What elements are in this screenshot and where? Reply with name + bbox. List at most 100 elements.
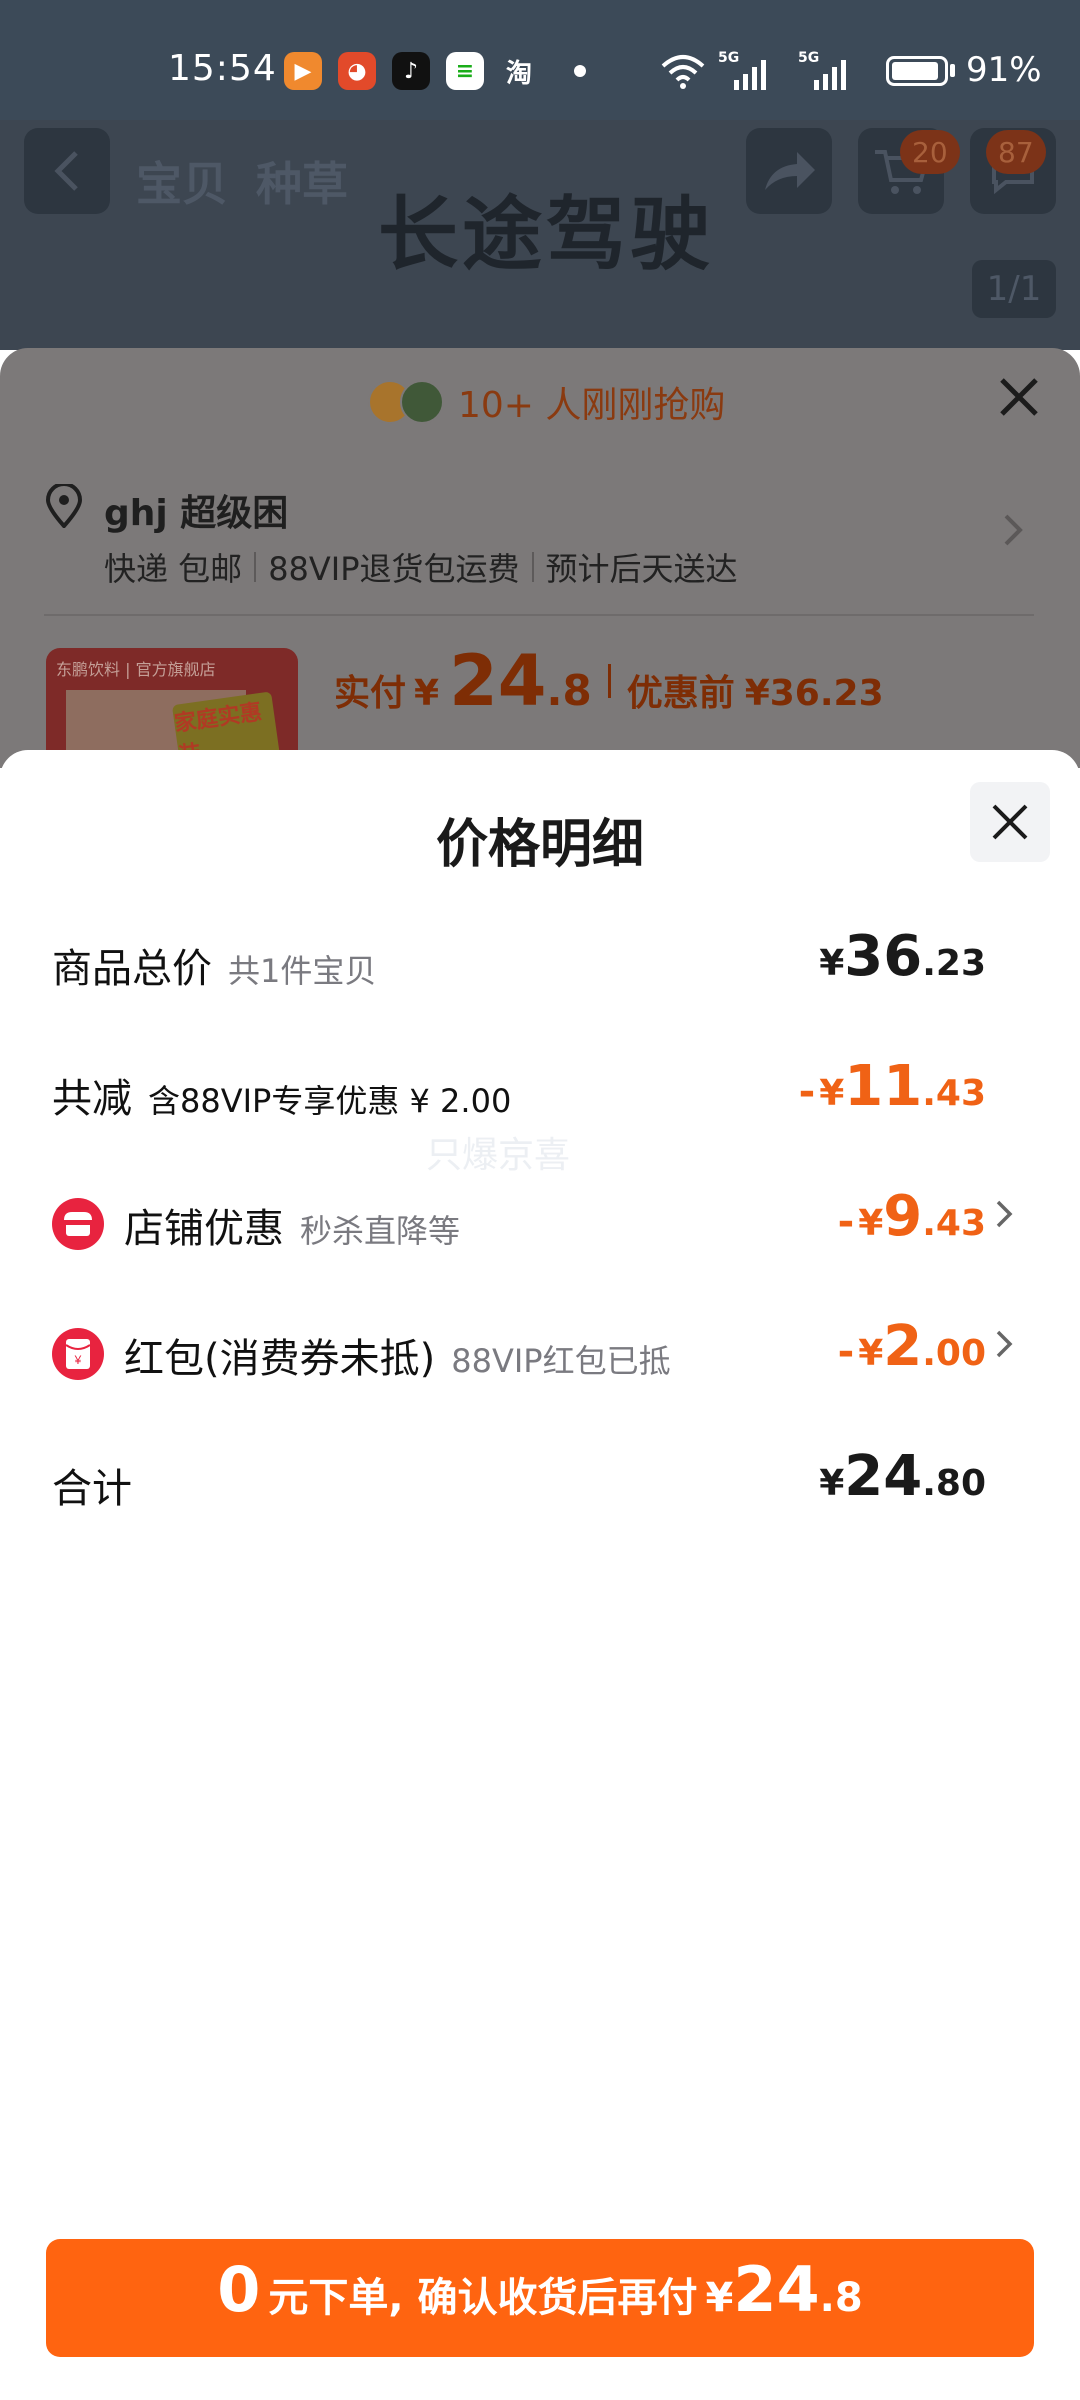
signal2-icon bbox=[814, 60, 846, 90]
row-label: 共减 含88VIP专享优惠 ¥ 2.00 bbox=[52, 1066, 511, 1124]
battery-percent: 91% bbox=[966, 50, 1042, 90]
recent-buyers-text: 10+ 人刚刚抢购 bbox=[458, 385, 726, 426]
row-red-packet[interactable]: ¥ 红包(消费券未抵) 88VIP红包已抵 - ¥ 2 .00 bbox=[0, 1310, 1080, 1400]
watermark: 只爆京喜 bbox=[426, 1135, 571, 1176]
total-discount-amount: - ¥ 11 .43 bbox=[799, 1054, 986, 1119]
delivery-method: 快递 包邮 bbox=[104, 550, 243, 588]
address-name: ghj 超级困 bbox=[104, 493, 289, 534]
battery-icon bbox=[886, 56, 948, 86]
delivery-info: 快递 包邮 88VIP退货包运费 预计后天送达 bbox=[104, 544, 738, 590]
actual-pay-yen: ¥ bbox=[414, 673, 440, 714]
pay-button-int: 24 bbox=[733, 2253, 820, 2326]
total-discount-label: 共减 bbox=[52, 1076, 132, 1122]
actual-pay-dec: .8 bbox=[546, 666, 592, 715]
price-detail-sheet: 价格明细 商品总价 共1件宝贝 ¥ 36 .23 共减 含88VIP专享优惠 ¥… bbox=[0, 750, 1080, 2400]
amount-int: 2 bbox=[883, 1314, 923, 1379]
amount-minus: - bbox=[837, 1199, 855, 1245]
pay-button-zero: 0 bbox=[217, 2253, 261, 2326]
return-policy: 88VIP退货包运费 bbox=[268, 550, 520, 588]
chevron-right-icon bbox=[996, 1330, 1013, 1358]
amount-int: 9 bbox=[883, 1184, 923, 1249]
amount-dec: .43 bbox=[922, 1203, 986, 1244]
before-discount-label: 优惠前 bbox=[626, 673, 735, 714]
row-store-discount[interactable]: 店铺优惠 秒杀直降等 - ¥ 9 .43 bbox=[0, 1180, 1080, 1270]
tab-zhongcao[interactable]: 种草 bbox=[256, 148, 348, 214]
status-indicators: 5G 5G 91% bbox=[660, 50, 1080, 94]
row-goods-total: 商品总价 共1件宝贝 ¥ 36 .23 bbox=[0, 920, 1080, 1010]
row-label: 合计 bbox=[52, 1456, 132, 1514]
store-discount-amount: - ¥ 9 .43 bbox=[838, 1184, 986, 1249]
actual-pay-line: 实付 ¥ 24 .8 优惠前 ¥36.23 bbox=[334, 640, 884, 722]
sheet-close-button[interactable] bbox=[970, 782, 1050, 862]
close-icon bbox=[1000, 378, 1038, 416]
recent-buyers: 10+ 人刚刚抢购 bbox=[368, 376, 725, 428]
tab-baobei[interactable]: 宝贝 bbox=[136, 148, 228, 214]
pay-button-yen: ¥ bbox=[705, 2275, 734, 2321]
status-time: 15:54 bbox=[168, 48, 277, 89]
amount-dec: .00 bbox=[922, 1333, 986, 1374]
share-icon bbox=[765, 152, 815, 190]
amount-minus: - bbox=[798, 1069, 816, 1115]
pay-button-text: 元下单, 确认收货后再付 bbox=[268, 2275, 698, 2321]
goods-total-sub: 共1件宝贝 bbox=[228, 952, 377, 990]
amount-minus: - bbox=[837, 1329, 855, 1375]
chevron-left-icon bbox=[54, 151, 78, 191]
order-close-button[interactable] bbox=[994, 372, 1044, 422]
amount-yen: ¥ bbox=[858, 1333, 884, 1374]
row-label: 店铺优惠 秒杀直降等 bbox=[124, 1196, 460, 1254]
wechat-pay-icon: ≡ bbox=[446, 52, 484, 90]
amount-yen: ¥ bbox=[858, 1203, 884, 1244]
red-packet-amount: - ¥ 2 .00 bbox=[838, 1314, 986, 1379]
divider bbox=[607, 664, 611, 698]
red-packet-sub: 88VIP红包已抵 bbox=[451, 1342, 671, 1380]
amount-dec: .80 bbox=[922, 1463, 986, 1504]
store-coupon-icon bbox=[52, 1198, 104, 1250]
back-button[interactable] bbox=[24, 128, 110, 214]
red-packet-icon: ¥ bbox=[52, 1328, 104, 1380]
location-pin-icon bbox=[45, 484, 83, 528]
chevron-right-icon bbox=[996, 1200, 1013, 1228]
taobao-icon: 淘 bbox=[505, 58, 532, 89]
grand-total-label: 合计 bbox=[52, 1466, 132, 1512]
actual-pay-int: 24 bbox=[449, 640, 547, 722]
more-notifications-dot bbox=[574, 65, 586, 77]
page-indicator: 1/1 bbox=[972, 260, 1056, 318]
amount-yen: ¥ bbox=[819, 943, 845, 984]
signal1-icon bbox=[734, 60, 766, 90]
amount-int: 11 bbox=[844, 1054, 923, 1119]
red-packet-label: 红包(消费券未抵) bbox=[124, 1336, 436, 1382]
store-discount-sub: 秒杀直降等 bbox=[300, 1212, 461, 1250]
before-discount-amount: ¥36.23 bbox=[744, 673, 884, 714]
message-badge: 87 bbox=[986, 130, 1046, 174]
status-bar: 15:54 ▶ ◕ ♪ ≡ 淘 5G 5G 91% bbox=[0, 0, 1080, 120]
delivery-eta: 预计后天送达 bbox=[545, 550, 738, 588]
grand-total-amount: ¥ 24 .80 bbox=[819, 1444, 986, 1509]
buyer-avatar bbox=[400, 380, 444, 424]
address-row[interactable]: ghj 超级困 快递 包邮 88VIP退货包运费 预计后天送达 bbox=[44, 484, 1034, 604]
row-label: 红包(消费券未抵) 88VIP红包已抵 bbox=[124, 1326, 671, 1384]
wifi-icon bbox=[661, 55, 705, 89]
share-button[interactable] bbox=[746, 128, 832, 214]
row-label: 商品总价 共1件宝贝 bbox=[52, 936, 376, 994]
goods-total-label: 商品总价 bbox=[52, 946, 212, 992]
total-discount-sub: 含88VIP专享优惠 ¥ 2.00 bbox=[148, 1082, 512, 1120]
thumbnail-store-label: 东鹏饮料 | 官方旗舰店 bbox=[56, 660, 216, 679]
amount-dec: .43 bbox=[922, 1073, 986, 1114]
amount-int: 36 bbox=[844, 924, 923, 989]
amount-dec: .23 bbox=[922, 943, 986, 984]
douyin-icon: ♪ bbox=[392, 52, 430, 90]
divider bbox=[531, 552, 534, 582]
pay-button-dec: .8 bbox=[819, 2275, 863, 2321]
taobao-live-icon: ▶ bbox=[284, 52, 322, 90]
xianyu-icon: ◕ bbox=[338, 52, 376, 90]
amount-int: 24 bbox=[844, 1444, 923, 1509]
amount-yen: ¥ bbox=[819, 1073, 845, 1114]
pay-later-button[interactable]: 0 元下单, 确认收货后再付 ¥ 24 .8 bbox=[46, 2239, 1034, 2357]
divider bbox=[44, 614, 1034, 616]
sheet-title: 价格明细 bbox=[435, 815, 644, 875]
product-title-banner: 长途驾驶 bbox=[378, 188, 714, 281]
amount-yen: ¥ bbox=[819, 1463, 845, 1504]
close-icon bbox=[992, 804, 1028, 840]
actual-pay-label: 实付 bbox=[334, 673, 407, 714]
row-grand-total: 合计 ¥ 24 .80 bbox=[0, 1440, 1080, 1530]
